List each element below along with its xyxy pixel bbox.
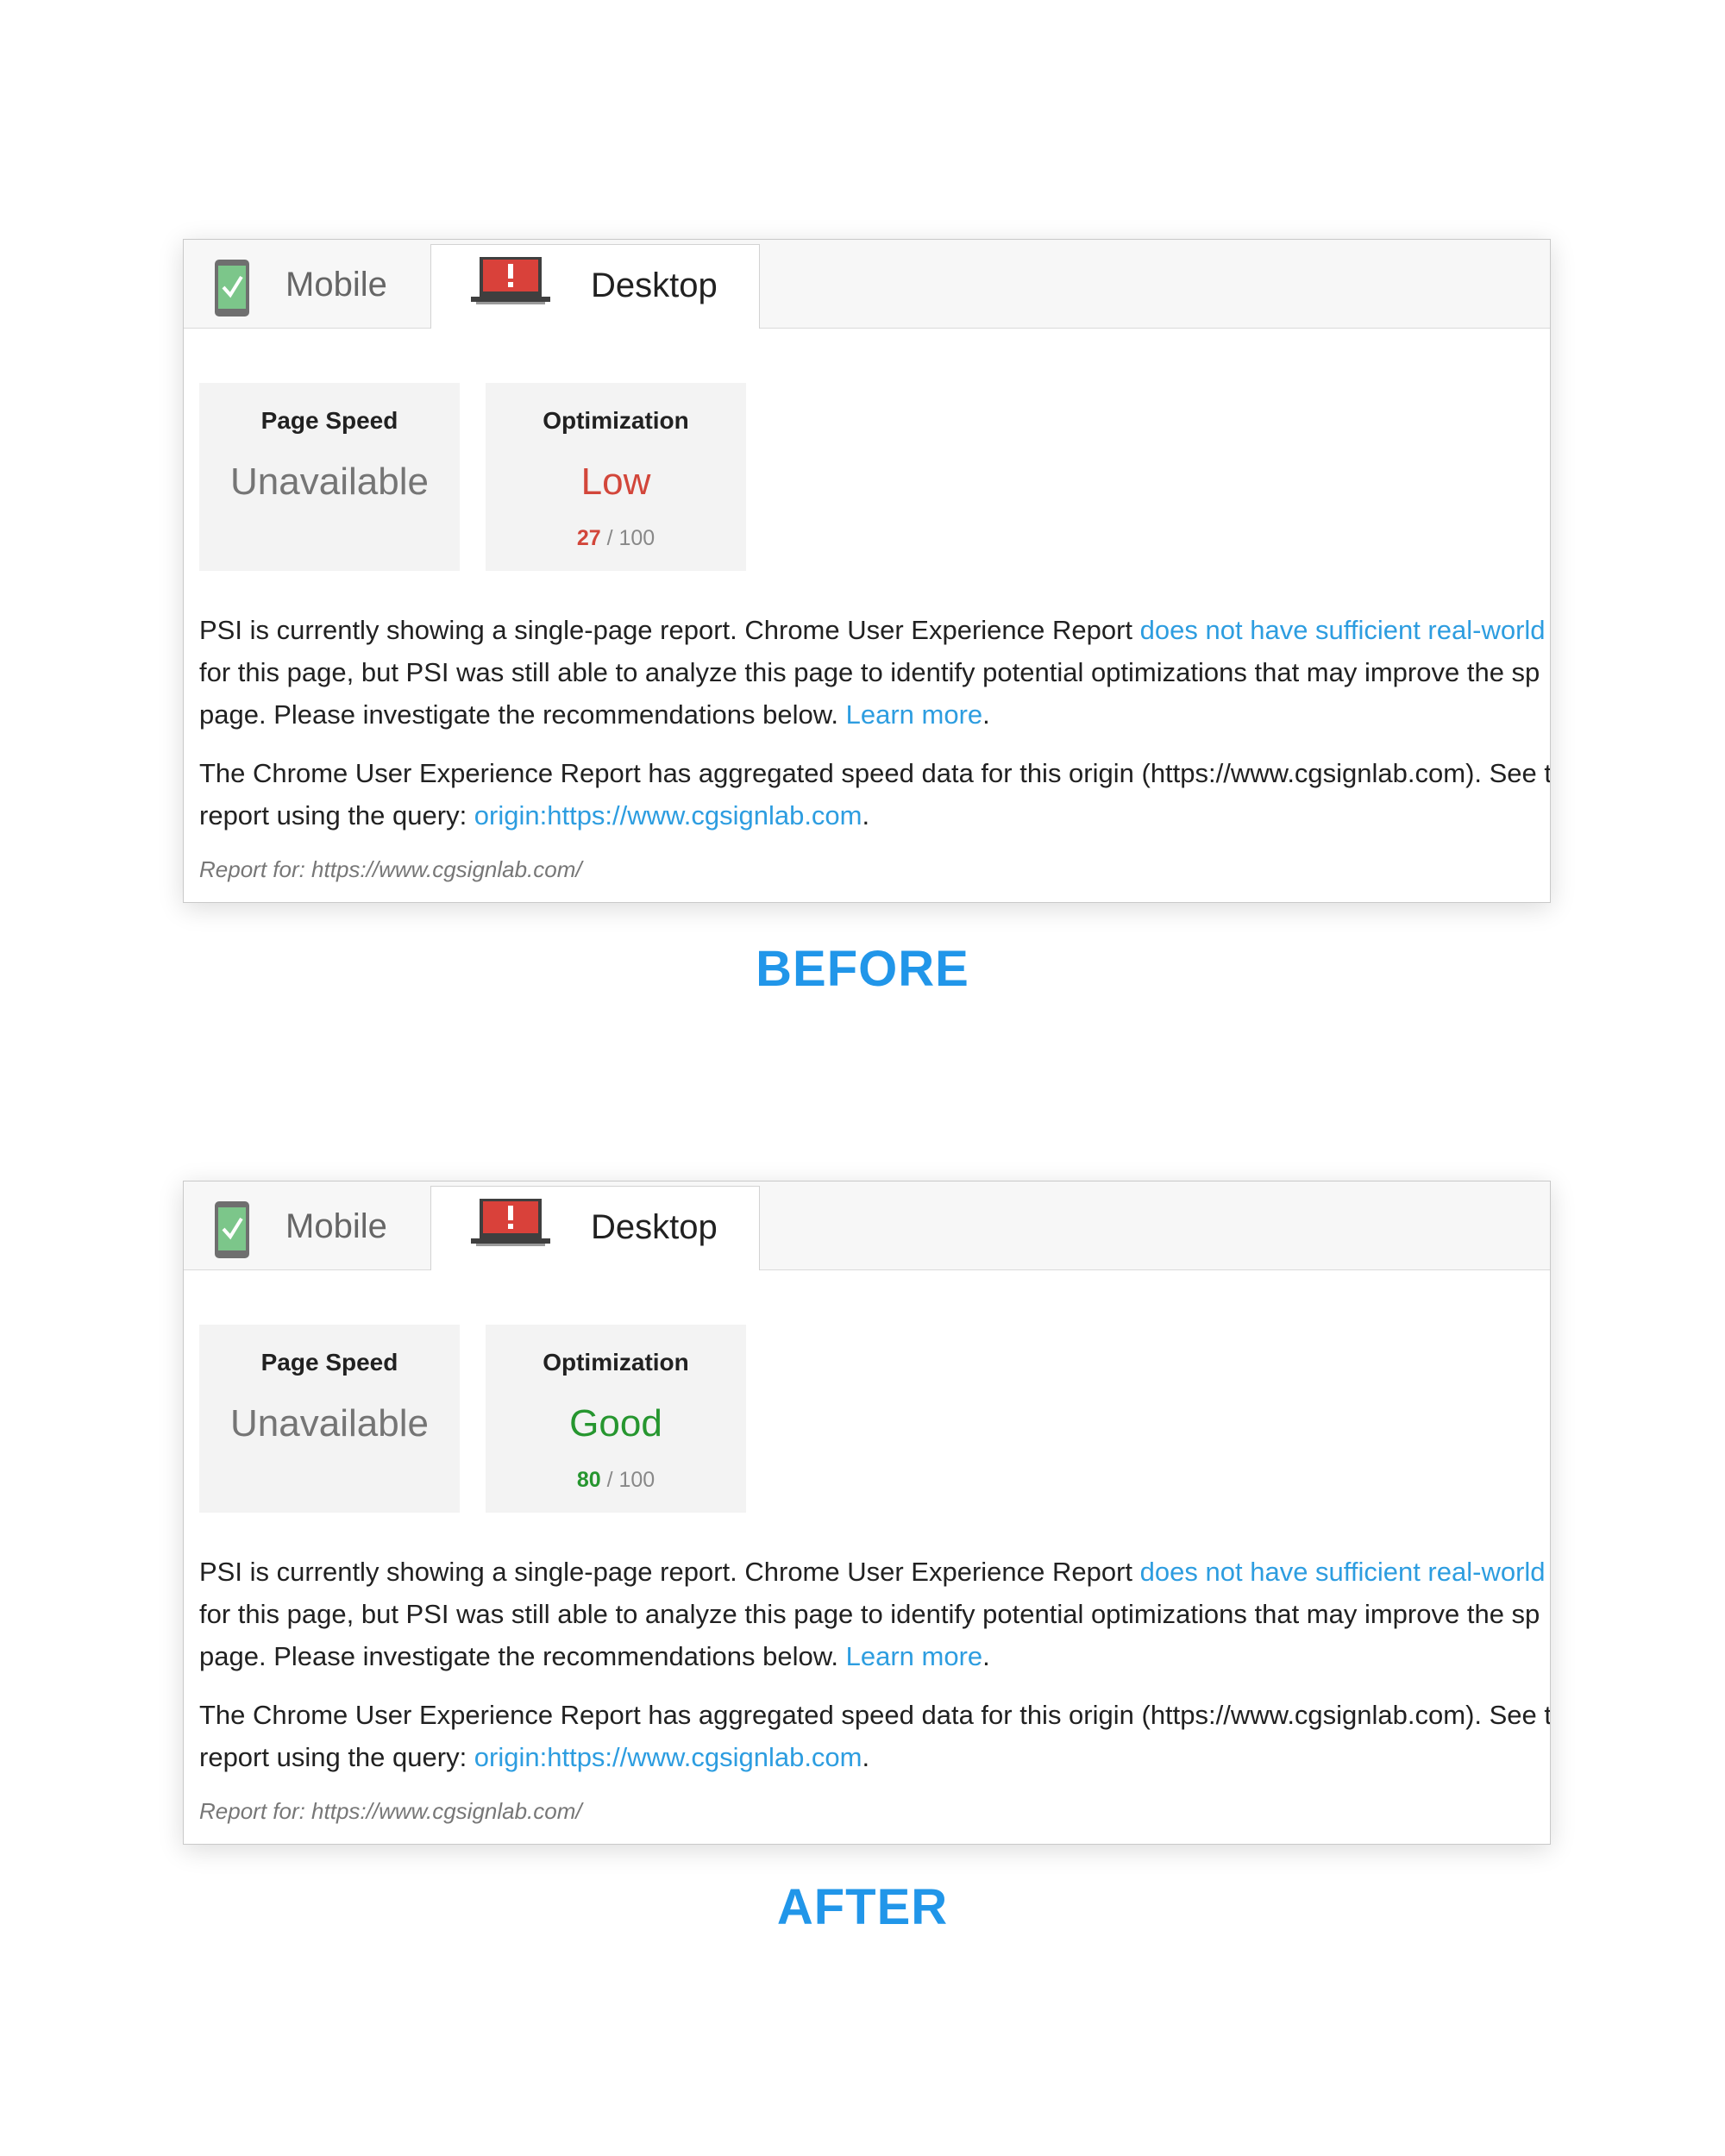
tab-mobile[interactable]: Mobile xyxy=(184,1181,430,1269)
insufficient-data-link[interactable]: does not have sufficient real-world s xyxy=(1140,1557,1550,1587)
notice-period: . xyxy=(982,699,990,730)
origin-query-link[interactable]: origin:https://www.cgsignlab.com xyxy=(474,1742,862,1772)
optimization-score-max: / 100 xyxy=(606,526,656,550)
tab-mobile[interactable]: Mobile xyxy=(184,240,430,328)
origin-report-notice: The Chrome User Experience Report has ag… xyxy=(199,752,1551,837)
tab-desktop[interactable]: Desktop xyxy=(430,244,760,329)
optimization-title: Optimization xyxy=(543,407,689,434)
phone-check-icon xyxy=(215,1201,249,1258)
device-tab-bar: Mobile Desktop xyxy=(184,1181,1550,1270)
notice-text-line3: page. Please investigate the recommendat… xyxy=(199,1641,846,1671)
origin-text-line2: report using the query: xyxy=(199,1742,474,1772)
before-caption: BEFORE xyxy=(756,941,969,997)
learn-more-link[interactable]: Learn more xyxy=(846,699,983,730)
origin-query-link[interactable]: origin:https://www.cgsignlab.com xyxy=(474,800,862,830)
insufficient-data-link[interactable]: does not have sufficient real-world s xyxy=(1140,615,1550,645)
optimization-score: 80 / 100 xyxy=(486,1468,746,1493)
device-tab-bar: Mobile Desktop xyxy=(184,240,1550,329)
notice-period: . xyxy=(982,1641,990,1671)
before-report-panel: Mobile Desktop Page Speed Unavailable Op… xyxy=(183,239,1551,903)
optimization-score-number: 27 xyxy=(576,526,601,550)
laptop-alert-icon xyxy=(471,257,550,304)
notice-text-line2: for this page, but PSI was still able to… xyxy=(199,1599,1540,1629)
page-speed-title: Page Speed xyxy=(260,407,398,434)
notice-text: PSI is currently showing a single-page r… xyxy=(199,1557,1140,1587)
page-speed-value: Unavailable xyxy=(230,461,429,503)
page-speed-card: Page Speed Unavailable xyxy=(199,383,460,571)
optimization-score-number: 80 xyxy=(576,1468,601,1492)
optimization-value: Low xyxy=(580,461,651,503)
notice-text-line2: for this page, but PSI was still able to… xyxy=(199,657,1540,687)
tab-desktop-label: Desktop xyxy=(591,266,718,304)
laptop-alert-icon xyxy=(471,1199,550,1246)
single-page-report-notice: PSI is currently showing a single-page r… xyxy=(199,609,1550,736)
optimization-card: Optimization Good 80 / 100 xyxy=(486,1325,746,1513)
page-speed-title: Page Speed xyxy=(260,1349,398,1376)
origin-text-line1: The Chrome User Experience Report has ag… xyxy=(199,1700,1551,1730)
optimization-score: 27 / 100 xyxy=(486,526,746,551)
notice-text: PSI is currently showing a single-page r… xyxy=(199,615,1140,645)
optimization-title: Optimization xyxy=(543,1349,689,1376)
page-speed-value: Unavailable xyxy=(230,1402,429,1445)
optimization-value: Good xyxy=(569,1402,662,1445)
page-speed-card: Page Speed Unavailable xyxy=(199,1325,460,1513)
origin-text-line1: The Chrome User Experience Report has ag… xyxy=(199,758,1551,788)
optimization-score-max: / 100 xyxy=(606,1468,656,1492)
optimization-card: Optimization Low 27 / 100 xyxy=(486,383,746,571)
tab-desktop[interactable]: Desktop xyxy=(430,1186,760,1270)
tab-mobile-label: Mobile xyxy=(285,1207,387,1245)
phone-check-icon xyxy=(215,260,249,317)
after-report-panel: Mobile Desktop Page Speed Unavailable Op… xyxy=(183,1181,1551,1845)
report-for-url: Report for: https://www.cgsignlab.com/ xyxy=(199,1798,582,1824)
report-for-url: Report for: https://www.cgsignlab.com/ xyxy=(199,856,582,882)
after-caption: AFTER xyxy=(776,1879,949,1935)
origin-report-notice: The Chrome User Experience Report has ag… xyxy=(199,1694,1551,1778)
learn-more-link[interactable]: Learn more xyxy=(846,1641,983,1671)
origin-period: . xyxy=(862,1742,870,1772)
tab-desktop-label: Desktop xyxy=(591,1208,718,1246)
notice-text-line3: page. Please investigate the recommendat… xyxy=(199,699,846,730)
tab-mobile-label: Mobile xyxy=(285,266,387,304)
origin-text-line2: report using the query: xyxy=(199,800,474,830)
single-page-report-notice: PSI is currently showing a single-page r… xyxy=(199,1551,1550,1677)
origin-period: . xyxy=(862,800,870,830)
